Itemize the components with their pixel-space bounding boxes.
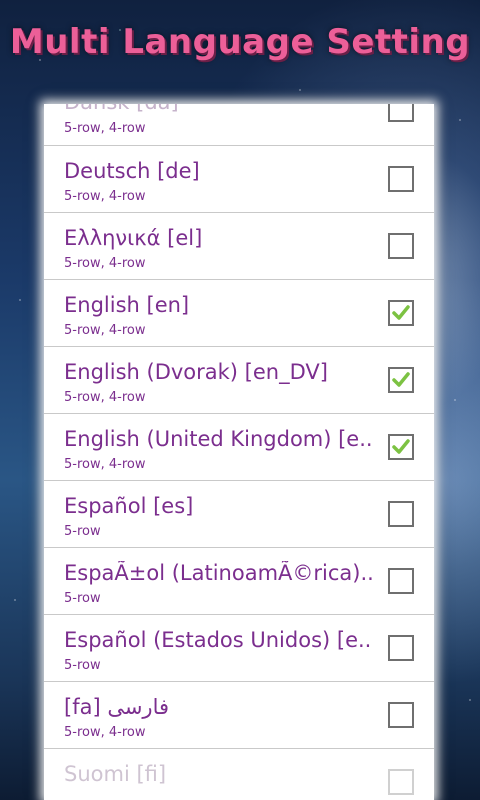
language-row-en-gb[interactable]: English (United Kingdom) [e.. 5-row, 4-r… [44,414,434,481]
language-name: EspaÃ±ol (LatinoamÃ©rica).. [64,561,372,585]
language-layouts: 5-row, 4-row [64,390,146,405]
language-checkbox[interactable] [388,104,414,122]
language-name: Suomi [fi] [64,762,167,786]
language-row-de[interactable]: Deutsch [de] 5-row, 4-row [44,146,434,213]
language-checkbox[interactable] [388,769,414,795]
language-layouts: 5-row, 4-row [64,256,146,271]
language-row-el[interactable]: Ελληνικά [el] 5-row, 4-row [44,213,434,280]
language-layouts: 5-row, 4-row [64,189,146,204]
checkmark-icon [392,305,410,320]
language-row-es[interactable]: Español [es] 5-row [44,481,434,548]
checkmark-icon [392,439,410,454]
language-checkbox[interactable] [388,635,414,661]
language-name: Deutsch [de] [64,159,200,183]
language-name: Dansk [da] [64,104,179,114]
language-row-da[interactable]: Dansk [da] 5-row, 4-row [44,104,434,146]
language-layouts: 5-row [64,658,101,673]
language-checkbox[interactable] [388,300,414,326]
language-checkbox[interactable] [388,568,414,594]
language-row-es-us[interactable]: Español (Estados Unidos) [e.. 5-row [44,615,434,682]
language-layouts: 5-row [64,591,101,606]
language-list[interactable]: Dansk [da] 5-row, 4-row Deutsch [de] 5-r… [44,104,434,800]
language-layouts: 5-row, 4-row [64,323,146,338]
language-checkbox[interactable] [388,702,414,728]
language-name: English (Dvorak) [en_DV] [64,360,328,384]
language-checkbox[interactable] [388,501,414,527]
language-layouts: 5-row, 4-row [64,457,146,472]
page-title: Multi Language Setting [9,22,471,62]
language-row-es-latam[interactable]: EspaÃ±ol (LatinoamÃ©rica).. 5-row [44,548,434,615]
language-name: Español [es] [64,494,194,518]
language-name: Español (Estados Unidos) [e.. [64,628,372,652]
language-checkbox[interactable] [388,233,414,259]
language-name: Ελληνικά [el] [64,226,203,250]
language-row-en[interactable]: English [en] 5-row, 4-row [44,280,434,347]
language-layouts: 5-row, 4-row [64,121,146,136]
checkmark-icon [392,372,410,387]
language-checkbox[interactable] [388,434,414,460]
language-row-fa[interactable]: [fa] فارسی 5-row, 4-row [44,682,434,749]
language-row-fi[interactable]: Suomi [fi] [44,749,434,795]
language-checkbox[interactable] [388,367,414,393]
language-checkbox[interactable] [388,166,414,192]
language-layouts: 5-row, 4-row [64,725,146,740]
language-row-en-dv[interactable]: English (Dvorak) [en_DV] 5-row, 4-row [44,347,434,414]
language-name: English [en] [64,293,190,317]
language-layouts: 5-row [64,524,101,539]
language-name: English (United Kingdom) [e.. [64,427,372,451]
language-name: [fa] فارسی [64,695,170,719]
